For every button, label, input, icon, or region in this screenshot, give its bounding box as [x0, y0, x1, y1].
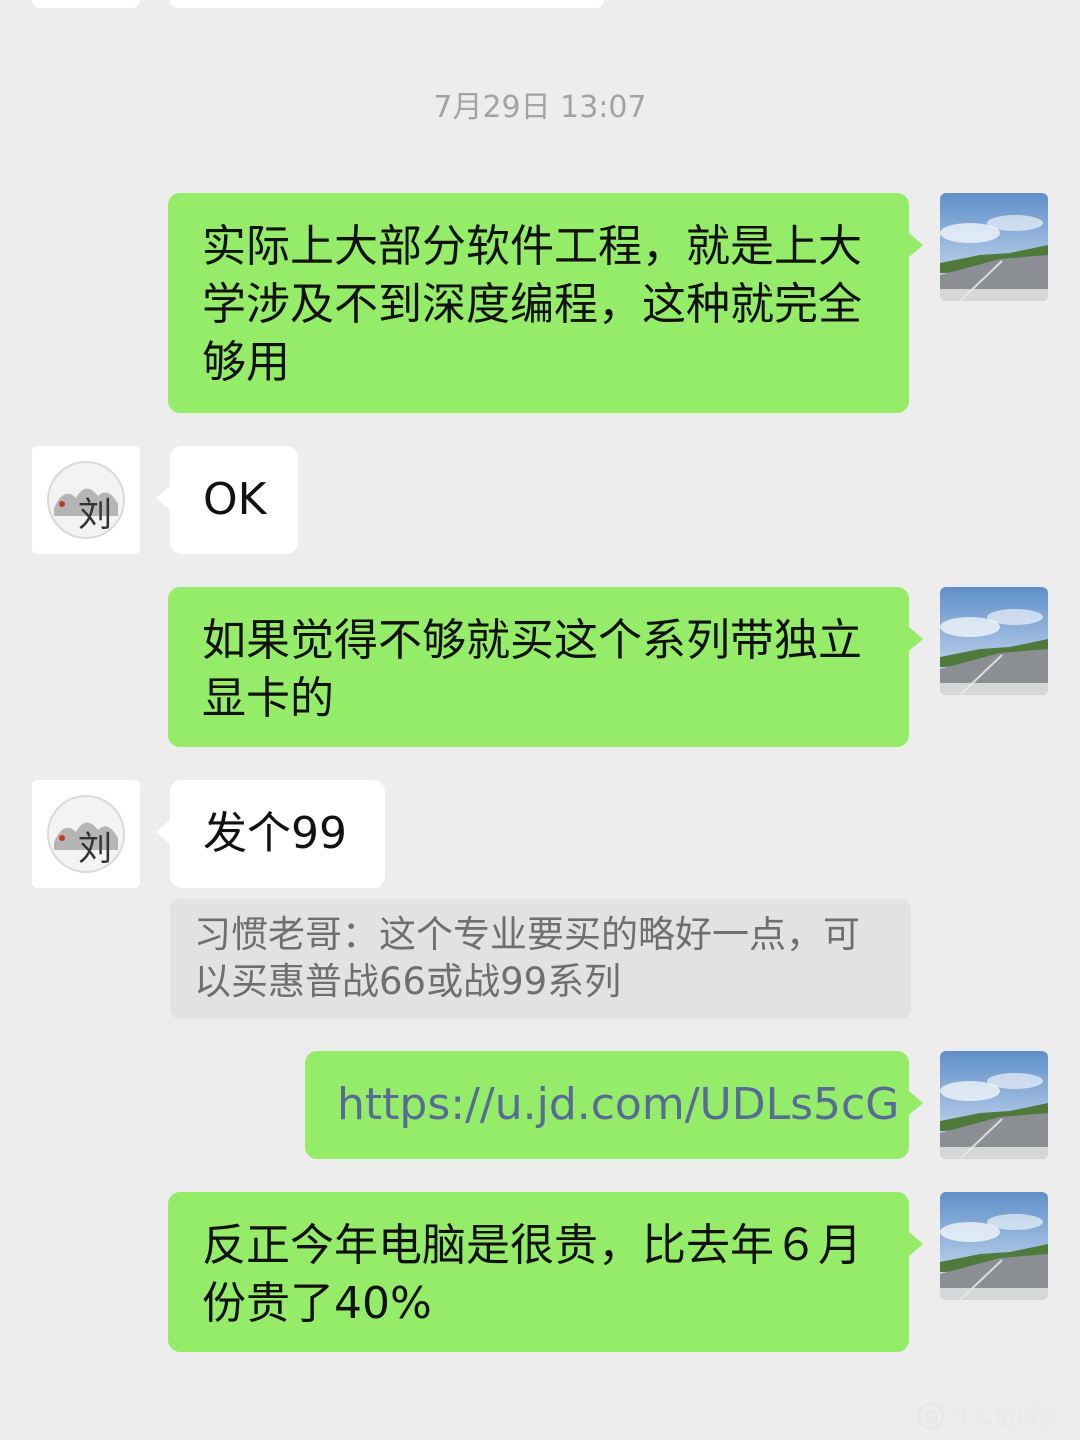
message-text: 实际上大部分软件工程，就是上大学涉及不到深度编程，这种就完全够用	[202, 221, 862, 388]
bubble-tail	[909, 1091, 923, 1115]
ink-painting-avatar-icon: 刘	[32, 446, 140, 554]
previous-bubble-stub	[170, 0, 604, 8]
message-text: 反正今年电脑是很贵，比去年６月份贵了40%	[202, 1220, 862, 1329]
bubble-tail	[156, 486, 170, 510]
my-message-bubble[interactable]: 如果觉得不够就买这个系列带独立显卡的	[168, 587, 923, 747]
contact-message-bubble[interactable]: 发个99	[156, 780, 385, 888]
bubble-tail	[909, 1232, 923, 1256]
svg-text:刘: 刘	[78, 495, 112, 535]
bubble-tail	[909, 233, 923, 257]
landscape-road-avatar-icon	[940, 587, 1048, 695]
message-text: 发个99	[203, 808, 347, 859]
landscape-road-avatar-icon	[940, 1051, 1048, 1159]
previous-avatar-stub	[32, 0, 140, 8]
watermark-logo-icon: 值	[917, 1403, 944, 1429]
message-text: OK	[203, 474, 267, 525]
my-avatar[interactable]	[940, 193, 1048, 301]
bubble-tail	[156, 820, 170, 844]
message-link[interactable]: https://u.jd.com/UDLs5cG	[337, 1079, 899, 1130]
message-timestamp: 7月29日 13:07	[433, 90, 647, 125]
ink-painting-avatar-icon: 刘	[32, 780, 140, 888]
my-link-bubble[interactable]: https://u.jd.com/UDLs5cG	[305, 1051, 923, 1159]
watermark-text: 什么值得买	[949, 1406, 1060, 1431]
landscape-road-avatar-icon	[940, 193, 1048, 301]
contact-message-bubble[interactable]: OK	[156, 446, 298, 554]
quoted-message[interactable]: 习惯老哥：这个专业要买的略好一点，可以买惠普战66或战99系列	[170, 899, 911, 1019]
watermark: 值 什么值得买	[917, 1400, 1060, 1432]
my-avatar[interactable]	[940, 1192, 1048, 1300]
bubble-tail	[909, 627, 923, 651]
message-text: 如果觉得不够就买这个系列带独立显卡的	[202, 615, 862, 724]
landscape-road-avatar-icon	[940, 1192, 1048, 1300]
my-message-bubble[interactable]: 反正今年电脑是很贵，比去年６月份贵了40%	[168, 1192, 923, 1352]
my-message-bubble[interactable]: 实际上大部分软件工程，就是上大学涉及不到深度编程，这种就完全够用	[168, 193, 923, 413]
my-avatar[interactable]	[940, 1051, 1048, 1159]
contact-avatar[interactable]: 刘	[32, 780, 140, 888]
contact-avatar[interactable]: 刘	[32, 446, 140, 554]
svg-text:刘: 刘	[78, 829, 112, 869]
my-avatar[interactable]	[940, 587, 1048, 695]
quoted-text: 习惯老哥：这个专业要买的略好一点，可以买惠普战66或战99系列	[194, 913, 860, 1003]
